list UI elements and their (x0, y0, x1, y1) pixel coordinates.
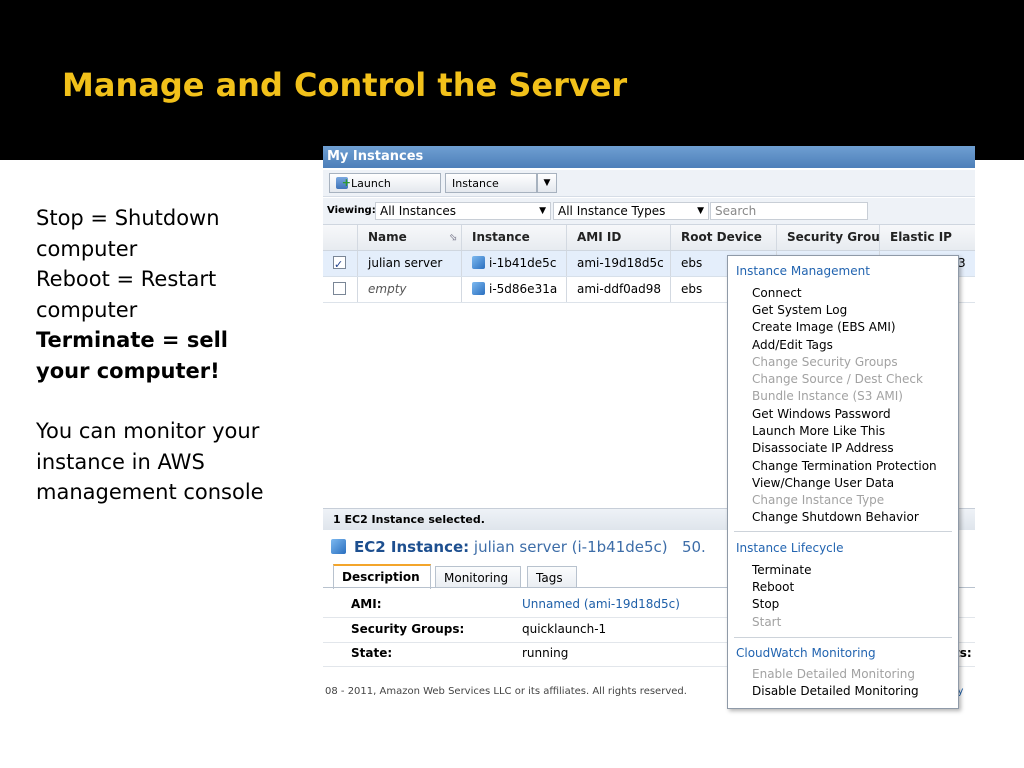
detail-value: running (522, 646, 569, 660)
menu-item-change-security-groups: Change Security Groups (752, 355, 898, 369)
ec2-instance-icon (331, 539, 346, 554)
menu-item-terminate[interactable]: Terminate (752, 563, 811, 577)
row-name: empty (357, 277, 461, 302)
linux-instance-icon (472, 282, 485, 295)
column-header-elastic-ip[interactable]: Elastic IP (879, 225, 975, 250)
menu-section-header-instance-management: Instance Management (736, 264, 870, 278)
launch-instance-icon (336, 173, 351, 193)
menu-item-start: Start (752, 615, 782, 629)
slide-title-bar: Manage and Control the Server (0, 0, 1024, 160)
tab-description[interactable]: Description (333, 564, 431, 589)
row-instance-id: i-5d86e31a (489, 282, 558, 296)
row-name: julian server (357, 251, 461, 276)
column-header-instance[interactable]: Instance (461, 225, 566, 250)
note-monitor: You can monitor your instance in AWS man… (36, 419, 264, 504)
notes-spacer (36, 386, 286, 416)
detail-title-key: EC2 Instance: (354, 538, 470, 556)
windows-instance-icon (472, 256, 485, 269)
instances-filter-select[interactable]: All Instances ▼ (375, 202, 551, 220)
select-column-header (323, 225, 357, 250)
menu-item-connect[interactable]: Connect (752, 286, 802, 300)
row-instance-cell: i-1b41de5c (461, 251, 566, 276)
detail-title-suffix: 50. (681, 538, 706, 556)
instances-toolbar: Launch Instance Instance Actions ▼ (323, 170, 975, 210)
column-header-name[interactable]: Name ⬂ (357, 225, 461, 250)
ami-link[interactable]: Unnamed (ami-19d18d5c) (522, 597, 680, 611)
sort-icon: ⬂ (448, 232, 457, 243)
menu-item-reboot[interactable]: Reboot (752, 580, 794, 594)
note-terminate: Terminate = sell your computer! (36, 328, 228, 383)
menu-item-create-image[interactable]: Create Image (EBS AMI) (752, 320, 896, 334)
row-checkbox[interactable] (333, 282, 346, 295)
menu-item-change-source-dest-check: Change Source / Dest Check (752, 372, 923, 386)
menu-item-change-shutdown-behavior[interactable]: Change Shutdown Behavior (752, 510, 919, 524)
menu-item-stop[interactable]: Stop (752, 597, 779, 611)
detail-label: AMI: (351, 597, 382, 611)
menu-divider (734, 531, 952, 532)
row-ami-id: ami-ddf0ad98 (566, 277, 670, 302)
menu-item-get-system-log[interactable]: Get System Log (752, 303, 847, 317)
panel-title: My Instances (323, 146, 975, 168)
tab-tags[interactable]: Tags (527, 566, 577, 588)
column-header-label: Name (368, 230, 407, 244)
note-stop: Stop = Shutdown computer (36, 206, 220, 261)
column-header-ami-id[interactable]: AMI ID (566, 225, 670, 250)
chevron-down-icon: ▼ (539, 206, 546, 216)
row-checkbox-cell (323, 251, 357, 276)
column-header-security-groups[interactable]: Security Groups (776, 225, 879, 250)
detail-label: State: (351, 646, 393, 660)
instances-filter-value: All Instances (380, 204, 456, 218)
menu-item-add-edit-tags[interactable]: Add/Edit Tags (752, 338, 833, 352)
detail-title: EC2 Instance: julian server (i-1b41de5c)… (331, 538, 706, 556)
viewing-label: Viewing: (327, 205, 376, 216)
row-instance-id: i-1b41de5c (489, 256, 557, 270)
menu-divider (734, 637, 952, 638)
instance-actions-chevron-down-icon[interactable]: ▼ (537, 173, 557, 193)
instance-actions-button[interactable]: Instance Actions (445, 173, 537, 210)
tab-monitoring[interactable]: Monitoring (435, 566, 521, 588)
copyright-footer: 08 - 2011, Amazon Web Services LLC or it… (325, 686, 687, 697)
row-checkbox[interactable] (333, 252, 346, 276)
menu-item-disable-detailed-monitoring[interactable]: Disable Detailed Monitoring (752, 684, 919, 698)
chevron-down-icon: ▼ (697, 206, 704, 216)
filter-bar: Viewing: All Instances ▼ All Instance Ty… (323, 198, 975, 225)
row-instance-cell: i-5d86e31a (461, 277, 566, 302)
detail-title-value: julian server (i-1b41de5c) (473, 538, 668, 556)
detail-label: Security Groups: (351, 622, 465, 636)
menu-section-header-cloudwatch-monitoring: CloudWatch Monitoring (736, 646, 876, 660)
menu-item-get-windows-password[interactable]: Get Windows Password (752, 407, 891, 421)
menu-item-view-change-user-data[interactable]: View/Change User Data (752, 476, 894, 490)
row-checkbox-cell (323, 277, 357, 302)
column-header-root-device[interactable]: Root Device (670, 225, 776, 250)
search-input[interactable]: Search (710, 202, 868, 220)
slide-notes: Stop = Shutdown computer Reboot = Restar… (36, 203, 286, 508)
table-header-row: Name ⬂ Instance AMI ID Root Device Securi… (323, 225, 975, 251)
slide-title: Manage and Control the Server (62, 66, 628, 104)
menu-item-enable-detailed-monitoring: Enable Detailed Monitoring (752, 667, 916, 681)
menu-item-change-instance-type: Change Instance Type (752, 493, 885, 507)
note-reboot: Reboot = Restart computer (36, 267, 217, 322)
menu-section-header-instance-lifecycle: Instance Lifecycle (736, 541, 844, 555)
menu-item-bundle-instance: Bundle Instance (S3 AMI) (752, 389, 903, 403)
instance-types-filter-select[interactable]: All Instance Types ▼ (553, 202, 709, 220)
row-ami-id: ami-19d18d5c (566, 251, 670, 276)
menu-item-disassociate-ip[interactable]: Disassociate IP Address (752, 441, 894, 455)
instance-context-menu: Instance Management Connect Get System L… (727, 255, 959, 709)
menu-item-change-termination-protection[interactable]: Change Termination Protection (752, 459, 937, 473)
menu-item-launch-more-like-this[interactable]: Launch More Like This (752, 424, 885, 438)
detail-value: quicklaunch-1 (522, 622, 607, 636)
launch-instance-button[interactable]: Launch Instance (329, 173, 441, 210)
instance-types-filter-value: All Instance Types (558, 204, 666, 218)
